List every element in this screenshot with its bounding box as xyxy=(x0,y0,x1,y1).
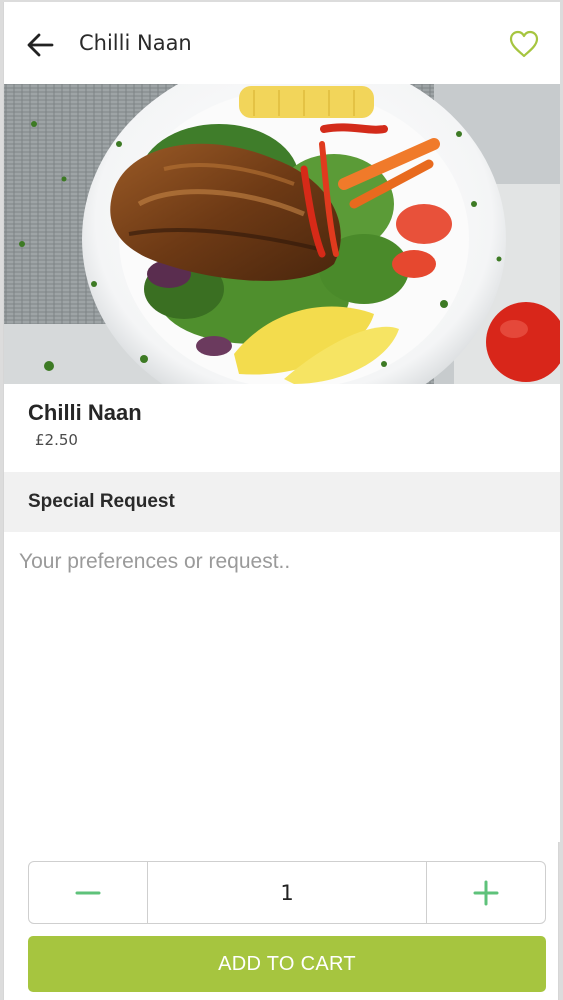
special-request-input[interactable] xyxy=(4,532,560,842)
back-button[interactable] xyxy=(24,29,56,61)
product-image xyxy=(4,84,560,384)
plus-icon xyxy=(473,880,499,905)
product-name: Chilli Naan xyxy=(28,400,142,425)
add-to-cart-button[interactable]: ADD TO CART xyxy=(28,936,546,992)
heart-outline-icon xyxy=(509,30,539,58)
increment-button[interactable] xyxy=(426,862,545,923)
special-request-heading: Special Request xyxy=(28,491,175,512)
app-header: Chilli Naan xyxy=(4,2,560,84)
special-request-header: Special Request xyxy=(4,472,560,532)
minus-icon xyxy=(75,891,101,894)
product-price: £2.50 xyxy=(35,431,78,449)
page-title: Chilli Naan xyxy=(79,31,192,55)
favorite-button[interactable] xyxy=(508,29,540,59)
decrement-button[interactable] xyxy=(29,862,148,923)
quantity-value: 1 xyxy=(280,880,294,905)
grilled-chicken-salad-photo xyxy=(4,84,560,384)
quantity-stepper: 1 xyxy=(28,861,546,924)
product-screen: Chilli Naan Chilli Naan £2.50 Special Re… xyxy=(3,2,560,1000)
product-info: Chilli Naan £2.50 xyxy=(4,384,560,474)
arrow-left-icon xyxy=(27,33,54,57)
